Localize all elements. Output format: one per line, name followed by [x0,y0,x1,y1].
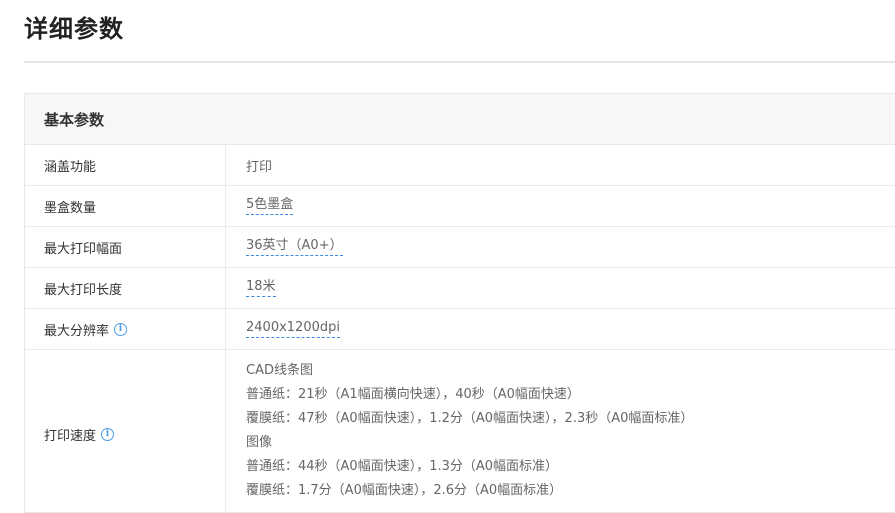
speed-line: 覆膜纸：47秒（A0幅面快速），1.2分（A0幅面快速），2.3秒（A0幅面标准… [246,411,694,426]
speed-line: 图像 [246,435,273,450]
section-header: 基本参数 [25,94,895,145]
info-icon[interactable]: i [114,322,128,336]
spec-label: 最大分辨率 i [25,309,226,349]
spec-value-link[interactable]: 5色墨盒 [246,197,294,215]
spec-table: 基本参数 涵盖功能 打印 墨盒数量 5色墨盒 最大打印幅面 36英寸（A0+） … [24,93,895,513]
spec-label: 最大打印长度 [25,268,226,308]
spec-row-max-resolution: 最大分辨率 i 2400x1200dpi [25,309,895,350]
spec-value-link[interactable]: 18米 [246,279,276,297]
spec-label: 最大打印幅面 [25,227,226,267]
info-icon[interactable]: i [101,428,115,441]
spec-value-link[interactable]: 36英寸（A0+） [246,238,343,256]
spec-value: 36英寸（A0+） [226,227,895,267]
spec-row-print-speed: 打印速度 i CAD线条图 普通纸：21秒（A1幅面横向快速），40秒（A0幅面… [25,350,895,512]
spec-row-cartridges: 墨盒数量 5色墨盒 [25,186,895,227]
speed-line: 普通纸：44秒（A0幅面快速），1.3分（A0幅面标准） [246,459,559,474]
spec-label: 涵盖功能 [25,145,226,185]
spec-label-text: 打印速度 [44,429,97,444]
spec-label: 打印速度 i [25,350,226,512]
spec-value: 5色墨盒 [226,186,895,226]
spec-label-text: 最大分辨率 [44,323,110,339]
speed-values: CAD线条图 普通纸：21秒（A1幅面横向快速），40秒（A0幅面快速） 覆膜纸… [226,350,895,512]
spec-value: 打印 [226,145,895,185]
spec-value: 18米 [226,268,895,308]
speed-line: 覆膜纸：1.7分（A0幅面快速），2.6分（A0幅面标准） [246,483,563,498]
spec-value-link[interactable]: 2400x1200dpi [246,320,340,338]
spec-value-text: 打印 [246,159,273,175]
spec-label: 墨盒数量 [25,186,226,226]
spec-row-max-length: 最大打印长度 18米 [25,268,895,309]
title-divider [24,61,895,63]
spec-row-max-format: 最大打印幅面 36英寸（A0+） [25,227,895,268]
speed-line: CAD线条图 [246,363,313,378]
spec-value: 2400x1200dpi [226,309,895,349]
page-title: 详细参数 [24,15,124,43]
speed-line: 普通纸：21秒（A1幅面横向快速），40秒（A0幅面快速） [246,387,580,402]
spec-row-functions: 涵盖功能 打印 [25,145,895,186]
